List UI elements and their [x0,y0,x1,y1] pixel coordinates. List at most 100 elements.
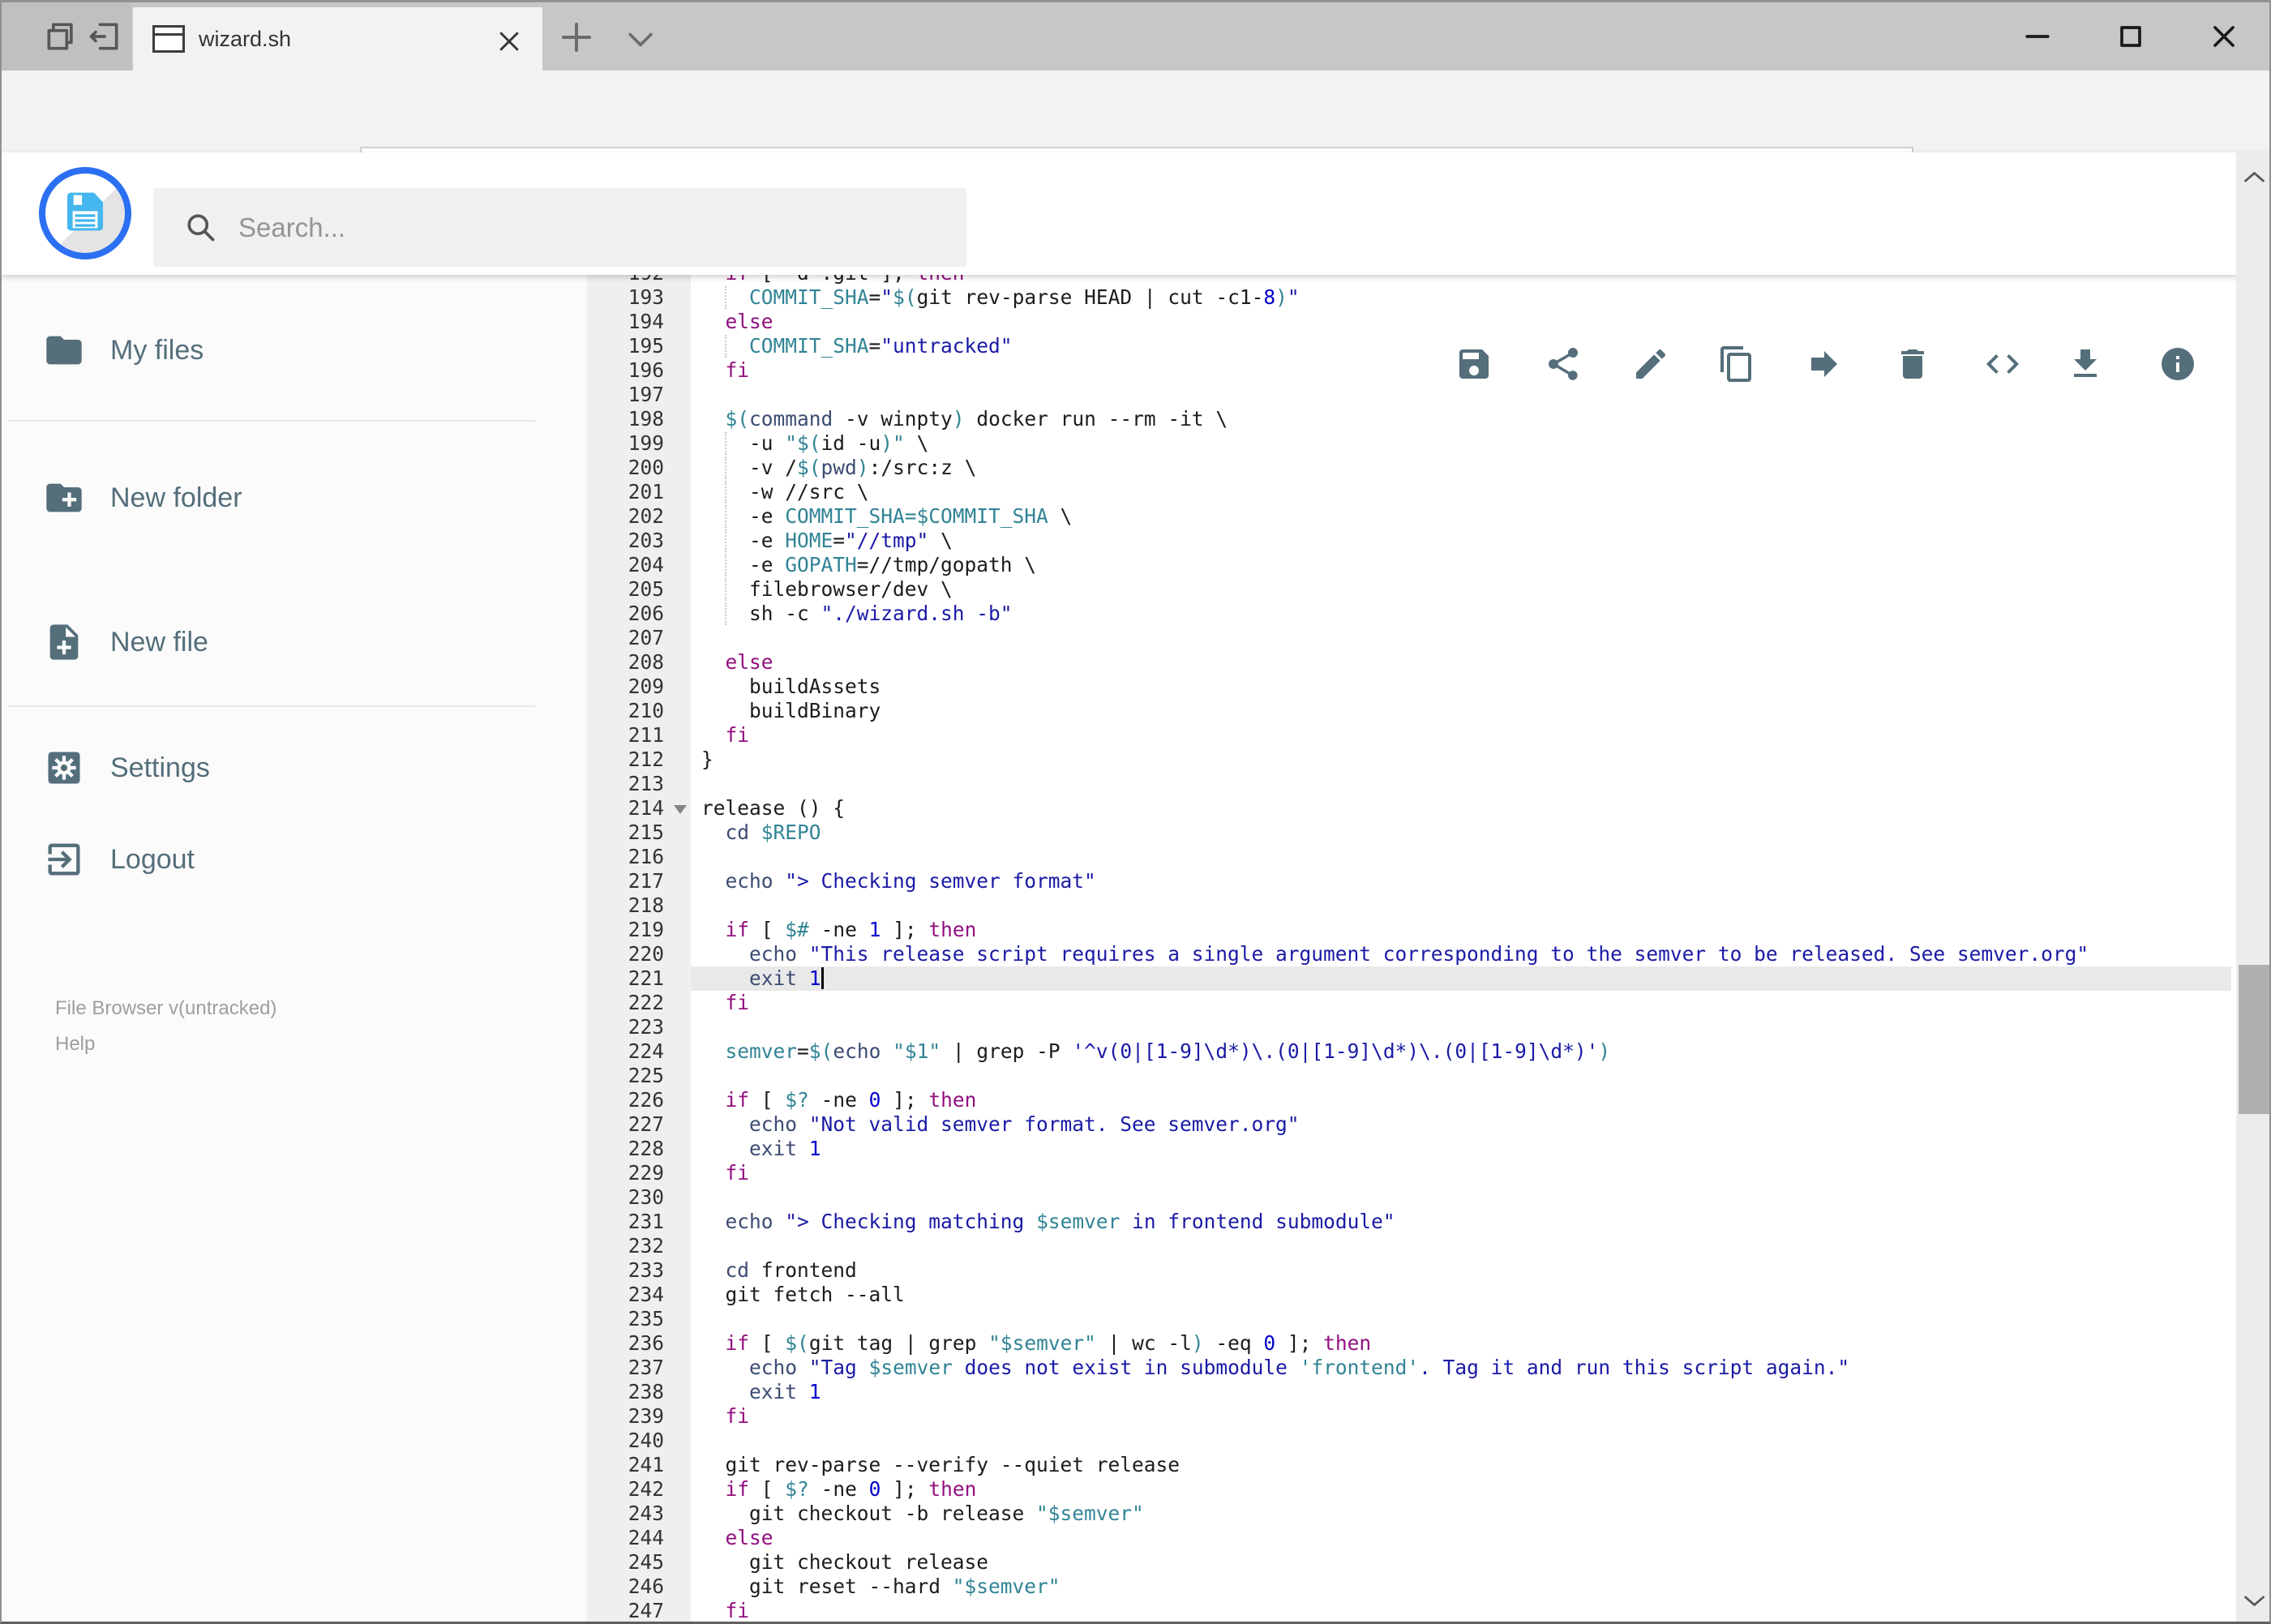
code-line[interactable] [691,1234,2236,1258]
code-line[interactable]: COMMIT_SHA="$(git rev-parse HEAD | cut -… [691,285,2236,310]
tab-list-chevron-icon[interactable] [623,25,658,53]
code-line[interactable] [691,383,2236,407]
download-button[interactable] [2066,345,2105,384]
line-number: 227 [628,1112,664,1136]
code-line[interactable]: fi [691,991,2236,1015]
code-line[interactable] [691,845,2236,869]
code-line[interactable] [691,893,2236,918]
code-view-button[interactable] [1983,345,2022,384]
line-number: 232 [628,1234,664,1258]
sidebar-item-my-files[interactable]: My files [2,328,587,373]
code-line[interactable]: if [ $? -ne 0 ]; then [691,1477,2236,1502]
code-line[interactable] [691,1015,2236,1039]
code-line[interactable]: echo "Not valid semver format. See semve… [691,1112,2236,1137]
code-line[interactable]: git checkout -b release "$semver" [691,1502,2236,1526]
info-button[interactable] [2158,345,2197,384]
code-line[interactable]: $(command -v winpty) docker run --rm -it… [691,407,2236,431]
code-line[interactable]: echo "> Checking semver format" [691,869,2236,893]
code-line[interactable] [691,1064,2236,1088]
sidebar-item-settings[interactable]: Settings [2,745,587,791]
move-button[interactable] [1805,345,1844,384]
new-tab-button[interactable] [557,18,596,57]
code-line[interactable]: exit 1 [691,1380,2236,1404]
share-button[interactable] [1544,345,1583,384]
window-minimize-button[interactable] [2020,19,2055,54]
line-number: 210 [628,699,664,722]
code-line[interactable]: buildBinary [691,699,2236,723]
delete-button[interactable] [1893,345,1932,384]
code-line[interactable]: else [691,650,2236,675]
code-line[interactable] [691,626,2236,650]
code-line[interactable] [691,1185,2236,1210]
filebrowser-logo[interactable] [39,167,131,259]
search-input[interactable] [238,188,936,267]
code-line[interactable]: fi [691,723,2236,748]
code-line[interactable]: } [691,748,2236,772]
line-number: 221 [628,966,664,990]
code-line[interactable]: git checkout release [691,1550,2236,1575]
indent-guide [725,578,726,601]
line-number: 245 [628,1550,664,1574]
sidebar-item-logout[interactable]: Logout [2,837,587,882]
scroll-down-icon[interactable] [2241,1590,2268,1611]
code-line[interactable]: -e COMMIT_SHA=$COMMIT_SHA \ [691,504,2236,529]
sidebar-item-new-file[interactable]: New file [2,619,587,665]
code-line[interactable]: exit 1 [691,1137,2236,1161]
set-tabs-aside-icon[interactable] [87,19,122,54]
code-line[interactable]: if [ $? -ne 0 ]; then [691,1088,2236,1112]
code-line[interactable]: else [691,1526,2236,1550]
code-line[interactable]: exit 1 [691,966,2236,991]
window-close-button[interactable] [2206,19,2242,54]
scrollbar-thumb[interactable] [2239,965,2269,1114]
code-line[interactable]: -v /$(pwd):/src:z \ [691,456,2236,480]
code-line[interactable]: cd $REPO [691,821,2236,845]
line-number: 212 [628,748,664,771]
code-line[interactable] [691,772,2236,796]
code-line[interactable]: echo "This release script requires a sin… [691,942,2236,966]
browser-tab[interactable]: wizard.sh [133,7,542,71]
code-line[interactable]: else [691,310,2236,334]
sidebar-item-new-folder[interactable]: New folder [2,475,587,521]
window-maximize-button[interactable] [2113,19,2149,54]
code-line[interactable]: if [ $# -ne 1 ]; then [691,918,2236,942]
code-line[interactable]: if [ $(git tag | grep "$semver" | wc -l)… [691,1331,2236,1356]
code-line[interactable]: release () { [691,796,2236,821]
scroll-up-icon[interactable] [2241,167,2268,188]
fold-toggle-icon[interactable] [674,805,687,814]
code-line[interactable] [691,1429,2236,1453]
code-line[interactable]: semver=$(echo "$1" | grep -P '^v(0|[1-9]… [691,1039,2236,1064]
code-line[interactable]: fi [691,1599,2236,1622]
save-button[interactable] [1455,345,1493,384]
line-number: 209 [628,675,664,698]
code-line[interactable]: -e HOME="//tmp" \ [691,529,2236,553]
line-number: 206 [628,602,664,625]
line-number: 198 [628,407,664,431]
code-line[interactable]: -u "$(id -u)" \ [691,431,2236,456]
code-line[interactable]: echo "Tag $semver does not exist in subm… [691,1356,2236,1380]
code-area[interactable]: if [ -d .git ]; then COMMIT_SHA="$(git r… [691,275,2236,1622]
line-number: 220 [628,942,664,966]
code-line[interactable]: cd frontend [691,1258,2236,1283]
code-line[interactable]: git fetch --all [691,1283,2236,1307]
sidebar-divider [8,420,535,422]
code-line[interactable]: fi [691,1161,2236,1185]
code-line[interactable] [691,1307,2236,1331]
copy-button[interactable] [1717,345,1756,384]
code-line[interactable]: git rev-parse --verify --quiet release [691,1453,2236,1477]
code-editor: 1921931941951961971981992002012022032042… [587,275,2236,1622]
indent-guide [725,286,726,309]
edit-button[interactable] [1631,345,1670,384]
code-line[interactable]: echo "> Checking matching $semver in fro… [691,1210,2236,1234]
code-line[interactable]: -w //src \ [691,480,2236,504]
code-line[interactable]: -e GOPATH=//tmp/gopath \ [691,553,2236,577]
tab-preview-icon[interactable] [43,19,79,54]
code-line[interactable]: fi [691,1404,2236,1429]
help-link[interactable]: Help [55,1033,95,1056]
code-line[interactable]: filebrowser/dev \ [691,577,2236,602]
code-line[interactable]: buildAssets [691,675,2236,699]
code-line[interactable]: sh -c "./wizard.sh -b" [691,602,2236,626]
code-line[interactable]: git reset --hard "$semver" [691,1575,2236,1599]
page-scrollbar[interactable] [2236,152,2269,1622]
code-line[interactable]: if [ -d .git ]; then [691,275,2236,285]
tab-close-icon[interactable] [495,28,523,55]
